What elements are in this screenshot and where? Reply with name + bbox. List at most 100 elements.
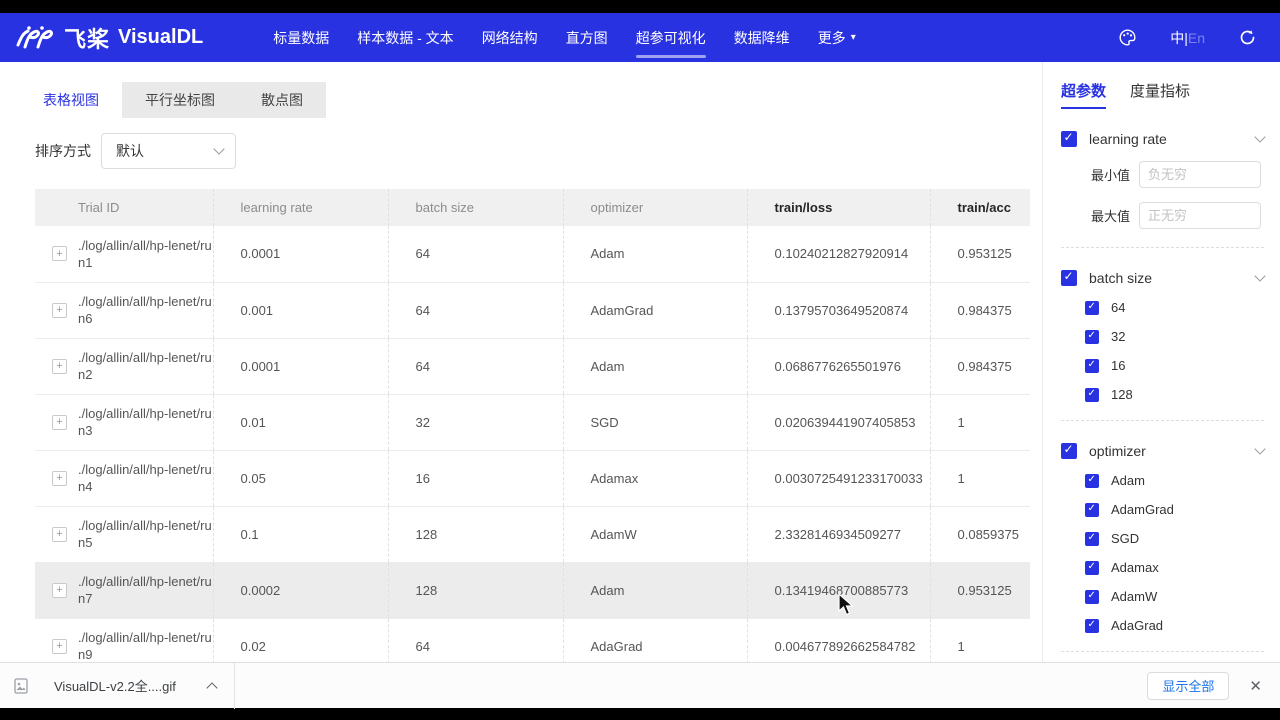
letterbox-bottom bbox=[0, 708, 1280, 720]
chevron-down-icon bbox=[213, 143, 224, 154]
train-acc-cell: 0.984375 bbox=[930, 282, 1030, 338]
refresh-icon[interactable] bbox=[1239, 29, 1256, 46]
trial-id-cell: ./log/allin/all/hp-lenet/run7 bbox=[78, 573, 213, 607]
optimizer-cell: AdamW bbox=[563, 506, 747, 562]
table-row: + ./log/allin/all/hp-lenet/run5 0.1 128 … bbox=[35, 506, 1030, 562]
expand-row-icon[interactable]: + bbox=[52, 359, 67, 374]
option-checkbox[interactable] bbox=[1085, 359, 1099, 373]
option-checkbox[interactable] bbox=[1085, 619, 1099, 633]
brand-logo[interactable]: 飞桨 VisualDL bbox=[16, 22, 203, 54]
lang-en: En bbox=[1188, 30, 1205, 46]
option-checkbox[interactable] bbox=[1085, 561, 1099, 575]
option-label: AdamGrad bbox=[1111, 502, 1174, 517]
sort-select[interactable]: 默认 bbox=[101, 133, 236, 169]
expand-row-icon[interactable]: + bbox=[52, 246, 67, 261]
expand-row-icon[interactable]: + bbox=[52, 303, 67, 318]
train-acc-cell: 0.984375 bbox=[930, 338, 1030, 394]
theme-palette-icon[interactable] bbox=[1119, 29, 1136, 46]
expand-row-icon[interactable]: + bbox=[52, 471, 67, 486]
learning-rate-cell: 0.05 bbox=[213, 450, 388, 506]
max-value-input[interactable] bbox=[1139, 202, 1261, 229]
trial-id-cell: ./log/allin/all/hp-lenet/run3 bbox=[78, 405, 213, 439]
option-checkbox[interactable] bbox=[1085, 330, 1099, 344]
batch-size-group-label: batch size bbox=[1089, 270, 1152, 286]
col-train-loss: train/loss bbox=[747, 189, 930, 226]
nav-item[interactable]: 超参可视化 bbox=[622, 13, 720, 62]
option-label: 128 bbox=[1111, 387, 1133, 402]
nav-item[interactable]: 更多 ▾ bbox=[804, 13, 870, 62]
nav-item[interactable]: 直方图 bbox=[552, 13, 622, 62]
nav-item[interactable]: 标量数据 bbox=[259, 13, 343, 62]
batch-size-option: 64 bbox=[1085, 300, 1264, 315]
sort-select-value: 默认 bbox=[116, 141, 144, 161]
brand-name: VisualDL bbox=[118, 26, 203, 49]
option-label: SGD bbox=[1111, 531, 1139, 546]
option-checkbox[interactable] bbox=[1085, 590, 1099, 604]
optimizer-option: SGD bbox=[1085, 531, 1264, 546]
expand-row-icon[interactable]: + bbox=[52, 639, 67, 654]
batch-size-cell: 64 bbox=[388, 338, 563, 394]
optimizer-checkbox[interactable] bbox=[1061, 443, 1077, 459]
train-acc-cell: 1 bbox=[930, 618, 1030, 662]
chevron-down-icon[interactable] bbox=[1254, 443, 1265, 454]
filter-sidebar: 超参数 度量指标 learning rate 最小值 最大值 batch siz… bbox=[1042, 62, 1280, 662]
optimizer-cell: AdamGrad bbox=[563, 282, 747, 338]
expand-row-icon[interactable]: + bbox=[52, 527, 67, 542]
optimizer-option: Adamax bbox=[1085, 560, 1264, 575]
learning-rate-group-label: learning rate bbox=[1089, 131, 1167, 147]
nav-item[interactable]: 网络结构 bbox=[468, 13, 552, 62]
option-checkbox[interactable] bbox=[1085, 388, 1099, 402]
optimizer-cell: Adam bbox=[563, 562, 747, 618]
chevron-down-icon[interactable] bbox=[1254, 270, 1265, 281]
view-tab[interactable]: 表格视图 bbox=[20, 82, 122, 118]
min-value-input[interactable] bbox=[1139, 161, 1261, 188]
expand-row-icon[interactable]: + bbox=[52, 583, 67, 598]
option-checkbox[interactable] bbox=[1085, 474, 1099, 488]
show-all-downloads-button[interactable]: 显示全部 bbox=[1147, 672, 1229, 700]
option-checkbox[interactable] bbox=[1085, 301, 1099, 315]
optimizer-group-label: optimizer bbox=[1089, 443, 1146, 459]
chevron-down-icon[interactable] bbox=[1254, 131, 1265, 142]
col-optimizer: optimizer bbox=[563, 189, 747, 226]
learning-rate-cell: 0.0001 bbox=[213, 338, 388, 394]
nav-item[interactable]: 样本数据 - 文本 bbox=[343, 13, 467, 62]
optimizer-cell: Adam bbox=[563, 226, 747, 282]
learning-rate-cell: 0.1 bbox=[213, 506, 388, 562]
sidebar-tab[interactable]: 超参数 bbox=[1061, 80, 1106, 109]
downloaded-file-name: VisualDL-v2.2全....gif bbox=[54, 676, 176, 695]
nav-item-label: 超参可视化 bbox=[636, 28, 706, 48]
chevron-up-icon[interactable] bbox=[206, 682, 217, 693]
nav-item[interactable]: 数据降维 bbox=[720, 13, 804, 62]
sidebar-tab[interactable]: 度量指标 bbox=[1130, 80, 1190, 109]
table-row: + ./log/allin/all/hp-lenet/run6 0.001 64… bbox=[35, 282, 1030, 338]
train-loss-cell: 0.020639441907405853 bbox=[747, 394, 930, 450]
expand-row-icon[interactable]: + bbox=[52, 415, 67, 430]
view-tab[interactable]: 散点图 bbox=[238, 82, 326, 118]
language-toggle[interactable]: 中|En bbox=[1170, 28, 1205, 48]
option-label: 64 bbox=[1111, 300, 1125, 315]
sidebar-tabs: 超参数 度量指标 bbox=[1061, 80, 1264, 109]
table-row: + ./log/allin/all/hp-lenet/run4 0.05 16 … bbox=[35, 450, 1030, 506]
learning-rate-cell: 0.0001 bbox=[213, 226, 388, 282]
optimizer-cell: Adam bbox=[563, 338, 747, 394]
learning-rate-cell: 0.02 bbox=[213, 618, 388, 662]
gif-file-icon bbox=[14, 678, 28, 694]
batch-size-checkbox[interactable] bbox=[1061, 270, 1077, 286]
option-checkbox[interactable] bbox=[1085, 503, 1099, 517]
view-tab[interactable]: 平行坐标图 bbox=[122, 82, 238, 118]
optimizer-cell: AdaGrad bbox=[563, 618, 747, 662]
learning-rate-checkbox[interactable] bbox=[1061, 131, 1077, 147]
trials-table: Trial ID learning rate batch size optimi… bbox=[35, 189, 1030, 662]
sidebar-tab-label: 度量指标 bbox=[1130, 83, 1190, 100]
trial-id-cell: ./log/allin/all/hp-lenet/run1 bbox=[78, 237, 213, 271]
downloaded-file-item[interactable]: VisualDL-v2.2全....gif bbox=[14, 676, 216, 695]
batch-size-option: 16 bbox=[1085, 358, 1264, 373]
sidebar-tab-label: 超参数 bbox=[1061, 83, 1106, 100]
close-shelf-icon[interactable]: ✕ bbox=[1245, 673, 1266, 699]
option-checkbox[interactable] bbox=[1085, 532, 1099, 546]
trial-id-cell: ./log/allin/all/hp-lenet/run6 bbox=[78, 293, 213, 327]
option-label: AdamW bbox=[1111, 589, 1157, 604]
trial-id-cell: ./log/allin/all/hp-lenet/run4 bbox=[78, 461, 213, 495]
col-learning-rate: learning rate bbox=[213, 189, 388, 226]
nav-item-label: 直方图 bbox=[566, 28, 608, 48]
